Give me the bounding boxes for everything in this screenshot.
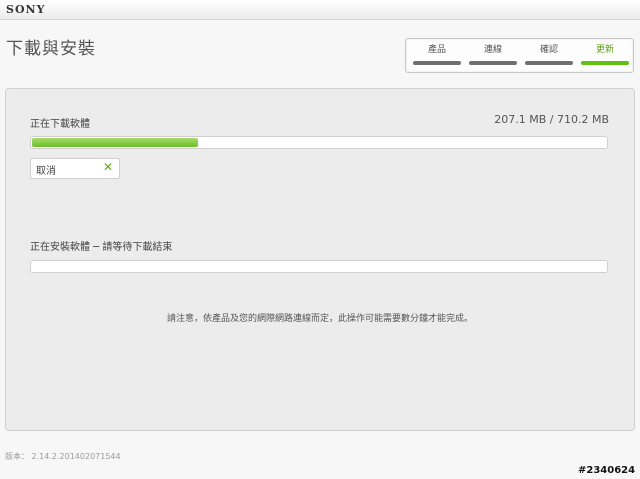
cancel-button-label: 取消 — [36, 166, 56, 177]
step-indicator: 產品 連線 確認 更新 — [405, 38, 634, 73]
step-label: 更新 — [595, 45, 614, 55]
step-connect: 連線 — [469, 43, 517, 65]
brand-logo: SONY — [6, 3, 46, 16]
step-bar — [469, 61, 517, 65]
step-label: 連線 — [483, 45, 502, 55]
download-status-label: 正在下載軟體 — [30, 119, 90, 130]
watermark: #2340624 — [578, 465, 636, 476]
download-progress-fill — [32, 138, 199, 147]
version-text: 版本： 2.14.2.201402071544 — [5, 452, 121, 461]
cancel-button[interactable]: 取消 ✕ — [30, 158, 120, 179]
step-label: 產品 — [427, 45, 446, 55]
step-update: 更新 — [581, 43, 629, 65]
download-progress-bar — [30, 136, 608, 149]
step-bar — [581, 61, 629, 65]
step-bar — [525, 61, 573, 65]
step-product: 產品 — [413, 43, 461, 65]
close-icon: ✕ — [102, 160, 113, 174]
install-status-label: 正在安裝軟體 ─ 請等待下載結束 — [30, 242, 173, 253]
notice-text: 請注意，依產品及您的網際網路連線而定，此操作可能需要數分鐘才能完成。 — [166, 314, 473, 324]
page-title: 下載與安裝 — [6, 39, 96, 59]
step-label: 確認 — [539, 45, 558, 55]
step-bar — [413, 61, 461, 65]
install-progress-bar — [30, 260, 608, 273]
main-panel: 正在下載軟體 207.1 MB / 710.2 MB 取消 ✕ 正在安裝軟體 ─… — [5, 88, 635, 431]
step-confirm: 確認 — [525, 43, 573, 65]
download-size-text: 207.1 MB / 710.2 MB — [494, 113, 609, 126]
top-bar: SONY — [0, 0, 640, 20]
